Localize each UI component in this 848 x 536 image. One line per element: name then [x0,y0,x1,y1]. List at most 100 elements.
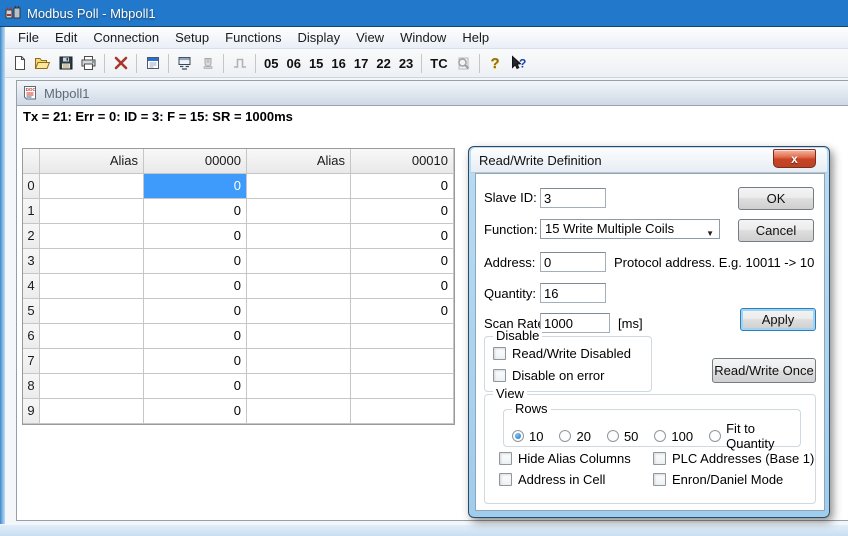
grid-cell[interactable]: 0 [144,224,247,249]
disable-on-error-checkbox[interactable]: Disable on error [493,368,605,383]
print-button[interactable] [77,52,100,74]
function-dropdown[interactable]: 15 Write Multiple Coils ▼ [540,219,720,239]
rows-option-fit-to-quantity[interactable]: Fit to Quantity [709,421,784,451]
rows-option-50[interactable]: 50 [607,429,638,444]
test-center-button[interactable]: TC [426,56,451,71]
menu-item-edit[interactable]: Edit [47,30,85,45]
child-titlebar[interactable]: DOC Mbpoll1 [17,81,848,106]
grid-cell[interactable] [351,324,454,349]
grid-cell[interactable]: 0 [144,349,247,374]
grid-cell[interactable] [247,274,351,299]
read-write-definition-button[interactable] [141,52,164,74]
grid-cell[interactable]: 0 [351,199,454,224]
plc-addresses-checkbox[interactable]: PLC Addresses (Base 1) [653,451,814,466]
menu-item-window[interactable]: Window [392,30,454,45]
grid-cell[interactable]: 0 [144,274,247,299]
grid-cell[interactable] [40,374,144,399]
menu-item-file[interactable]: File [10,30,47,45]
grid-cell[interactable] [40,249,144,274]
new-file-button[interactable] [8,52,31,74]
grid-cell[interactable]: 0 [144,174,247,199]
grid-cell[interactable]: 0 [144,399,247,424]
grid-cell[interactable] [247,399,351,424]
grid-cell[interactable] [247,324,351,349]
disable-group: Disable Read/Write Disabled Disable on e… [484,336,652,392]
grid-cell[interactable] [247,199,351,224]
hide-alias-columns-checkbox[interactable]: Hide Alias Columns [499,451,631,466]
disconnect-button[interactable] [109,52,132,74]
grid-cell[interactable]: 0 [351,274,454,299]
grid-cell[interactable] [247,249,351,274]
scan-rate-unit: [ms] [618,314,643,334]
toolbar-function-05[interactable]: 05 [260,56,282,71]
quantity-input[interactable] [540,283,606,303]
grid-cell[interactable]: 0 [144,249,247,274]
grid-cell[interactable]: 0 [351,224,454,249]
read-write-disabled-checkbox[interactable]: Read/Write Disabled [493,346,631,361]
grid-cell[interactable] [40,324,144,349]
grid-row-header: 3 [23,249,40,274]
grid-cell[interactable] [247,374,351,399]
grid-cell[interactable] [40,299,144,324]
dialog-close-button[interactable]: x [773,149,816,168]
grid-cell[interactable] [247,299,351,324]
grid-cell[interactable] [40,274,144,299]
about-button[interactable]: ? [484,52,507,74]
grid-cell[interactable] [351,349,454,374]
communication-button[interactable] [173,52,196,74]
toolbar-function-06[interactable]: 06 [282,56,304,71]
address-input[interactable] [540,252,606,272]
grid-cell[interactable]: 0 [144,199,247,224]
toolbar-function-17[interactable]: 17 [350,56,372,71]
grid-cell[interactable]: 0 [144,324,247,349]
slave-id-input[interactable] [540,188,606,208]
toolbar-function-15[interactable]: 15 [305,56,327,71]
grid-cell[interactable]: 0 [351,174,454,199]
pulse-icon [232,55,248,71]
quantity-label: Quantity: [484,284,536,304]
titlebar: Modbus Poll - Mbpoll1 [0,0,848,27]
checkbox-label: PLC Addresses (Base 1) [672,451,814,466]
address-in-cell-checkbox[interactable]: Address in Cell [499,472,605,487]
grid-cell[interactable] [40,224,144,249]
grid-cell[interactable] [247,349,351,374]
menu-item-view[interactable]: View [348,30,392,45]
rows-option-100[interactable]: 100 [654,429,693,444]
grid-cell[interactable] [247,174,351,199]
svg-text:DOC: DOC [26,87,37,92]
apply-button[interactable]: Apply [740,308,816,331]
rows-group: Rows 102050100Fit to Quantity [503,409,801,447]
toolbar-function-22[interactable]: 22 [372,56,394,71]
enron-daniel-mode-checkbox[interactable]: Enron/Daniel Mode [653,472,783,487]
grid-cell[interactable]: 0 [351,249,454,274]
scan-rate-input[interactable] [540,313,610,333]
grid-cell[interactable] [40,399,144,424]
rows-option-10[interactable]: 10 [512,429,543,444]
save-button[interactable] [54,52,77,74]
menu-item-display[interactable]: Display [290,30,349,45]
grid-cell[interactable] [351,399,454,424]
menu-item-help[interactable]: Help [454,30,497,45]
grid-cell[interactable]: 0 [144,299,247,324]
grid-cell[interactable] [40,174,144,199]
checkbox-label: Read/Write Disabled [512,346,631,361]
context-help-button[interactable]: ? [507,52,530,74]
menu-item-functions[interactable]: Functions [217,30,289,45]
toolbar-function-16[interactable]: 16 [327,56,349,71]
grid-row-header: 4 [23,274,40,299]
menu-item-connection[interactable]: Connection [85,30,167,45]
ok-button[interactable]: OK [738,187,814,210]
grid-cell[interactable] [247,224,351,249]
grid-cell[interactable] [351,374,454,399]
open-file-button[interactable] [31,52,54,74]
read-write-once-button[interactable]: Read/Write Once [712,358,816,383]
grid-cell[interactable]: 0 [144,374,247,399]
grid-cell[interactable]: 0 [351,299,454,324]
toolbar-function-23[interactable]: 23 [395,56,417,71]
grid-cell[interactable] [40,349,144,374]
grid-cell[interactable] [40,199,144,224]
cancel-button[interactable]: Cancel [738,219,814,242]
radio-label: Fit to Quantity [726,421,784,451]
rows-option-20[interactable]: 20 [559,429,590,444]
menu-item-setup[interactable]: Setup [167,30,217,45]
